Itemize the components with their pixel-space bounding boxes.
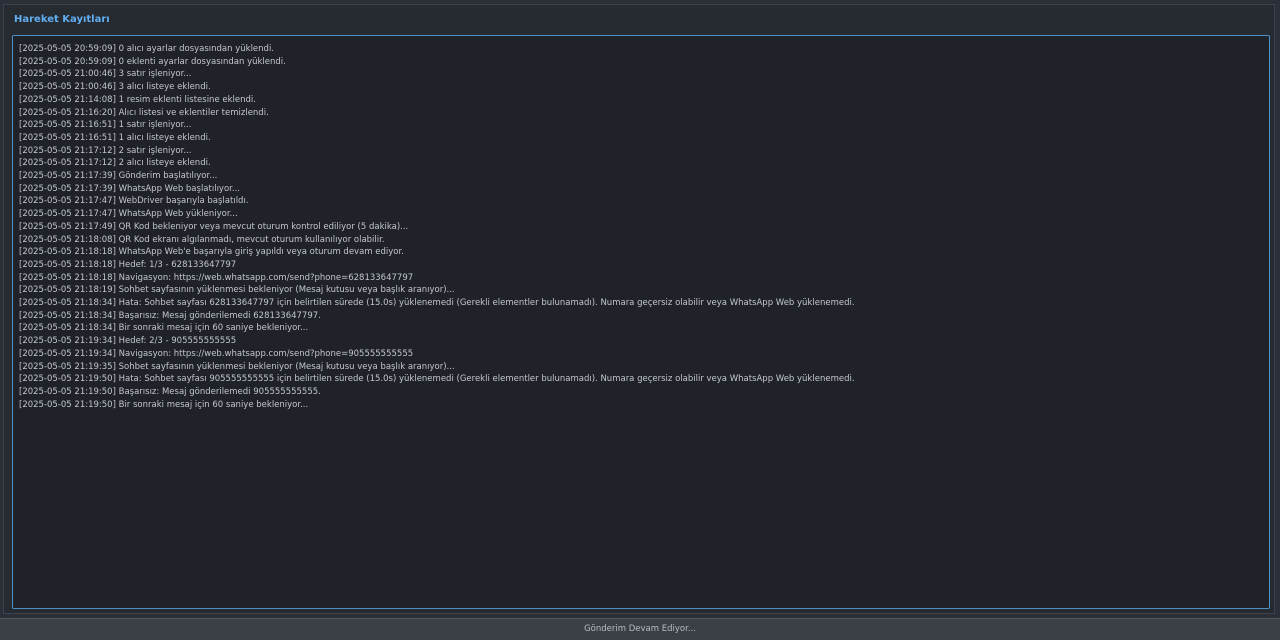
log-line: [2025-05-05 21:17:39] Gönderim başlatılı… (19, 171, 218, 182)
log-line: [2025-05-05 21:16:20] Alıcı listesi ve e… (19, 107, 269, 118)
log-line: [2025-05-05 21:18:18] Navigasyon: https:… (19, 272, 414, 283)
log-line: [2025-05-05 21:19:50] Bir sonraki mesaj … (19, 399, 309, 410)
log-line: [2025-05-05 21:18:19] Sohbet sayfasının … (19, 285, 455, 296)
log-line: [2025-05-05 20:59:09] 0 alıcı ayarlar do… (19, 44, 275, 54)
log-line: [2025-05-05 21:17:47] WhatsApp Web yükle… (19, 209, 238, 220)
log-line: [2025-05-05 21:16:51] 1 alıcı listeye ek… (19, 132, 211, 143)
log-lines: [2025-05-05 20:59:09] 0 alıcı ayarlar do… (19, 43, 1263, 411)
log-line: [2025-05-05 21:19:34] Navigasyon: https:… (19, 348, 414, 359)
log-line: [2025-05-05 21:18:34] Başarısız: Mesaj g… (19, 310, 321, 321)
log-line: [2025-05-05 21:17:12] 2 satır işleniyor.… (19, 145, 192, 156)
status-text: Gönderim Devam Ediyor... (584, 624, 696, 634)
log-line: [2025-05-05 21:17:47] WebDriver başarıyl… (19, 196, 249, 207)
activity-log-group: Hareket Kayıtları [2025-05-05 20:59:09] … (3, 4, 1275, 614)
log-line: [2025-05-05 21:17:39] WhatsApp Web başla… (19, 183, 240, 194)
log-line: [2025-05-05 21:18:34] Bir sonraki mesaj … (19, 323, 309, 334)
log-line: [2025-05-05 21:00:46] 3 satır işleniyor.… (19, 69, 192, 80)
log-line: [2025-05-05 21:18:18] WhatsApp Web'e baş… (19, 247, 404, 258)
log-line: [2025-05-05 21:17:49] QR Kod bekleniyor … (19, 221, 409, 232)
status-bar: Gönderim Devam Ediyor... (0, 618, 1280, 640)
log-line: [2025-05-05 20:59:09] 0 eklenti ayarlar … (19, 56, 286, 67)
log-line: [2025-05-05 21:18:18] Hedef: 1/3 - 62813… (19, 259, 237, 270)
log-line: [2025-05-05 21:19:34] Hedef: 2/3 - 90555… (19, 336, 237, 347)
log-line: [2025-05-05 21:17:12] 2 alıcı listeye ek… (19, 158, 211, 169)
group-title: Hareket Kayıtları (14, 14, 110, 25)
log-text-area[interactable]: [2025-05-05 20:59:09] 0 alıcı ayarlar do… (12, 35, 1270, 609)
log-line: [2025-05-05 21:18:34] Hata: Sohbet sayfa… (19, 298, 855, 309)
app-window: Hareket Kayıtları [2025-05-05 20:59:09] … (0, 0, 1280, 640)
log-line: [2025-05-05 21:19:50] Başarısız: Mesaj g… (19, 386, 321, 397)
log-line: [2025-05-05 21:16:51] 1 satır işleniyor.… (19, 120, 192, 131)
log-line: [2025-05-05 21:14:08] 1 resim eklenti li… (19, 94, 256, 105)
log-line: [2025-05-05 21:19:50] Hata: Sohbet sayfa… (19, 374, 855, 385)
log-line: [2025-05-05 21:00:46] 3 alıcı listeye ek… (19, 82, 211, 93)
log-line: [2025-05-05 21:18:08] QR Kod ekranı algı… (19, 234, 385, 245)
log-line: [2025-05-05 21:19:35] Sohbet sayfasının … (19, 361, 455, 372)
